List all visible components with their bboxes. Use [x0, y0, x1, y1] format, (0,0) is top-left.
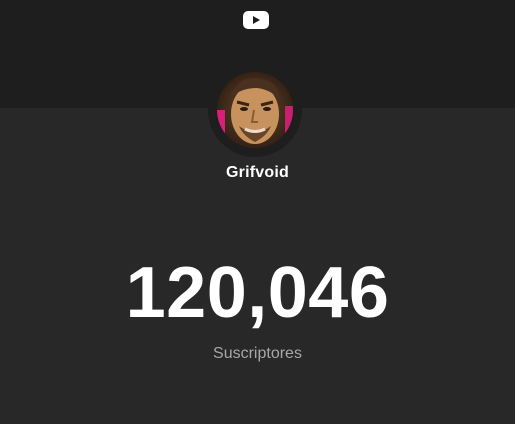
subscriber-count: 120,046: [125, 253, 390, 333]
channel-avatar: [217, 72, 293, 148]
channel-name: Grifvoid: [226, 164, 289, 181]
avatar-frame: [208, 63, 302, 157]
avatar-image: [217, 72, 293, 148]
youtube-logo-icon: [243, 11, 269, 29]
subscriber-label: Suscriptores: [213, 345, 302, 362]
subscriber-counter-page: Grifvoid 120,046 Suscriptores: [0, 0, 515, 424]
